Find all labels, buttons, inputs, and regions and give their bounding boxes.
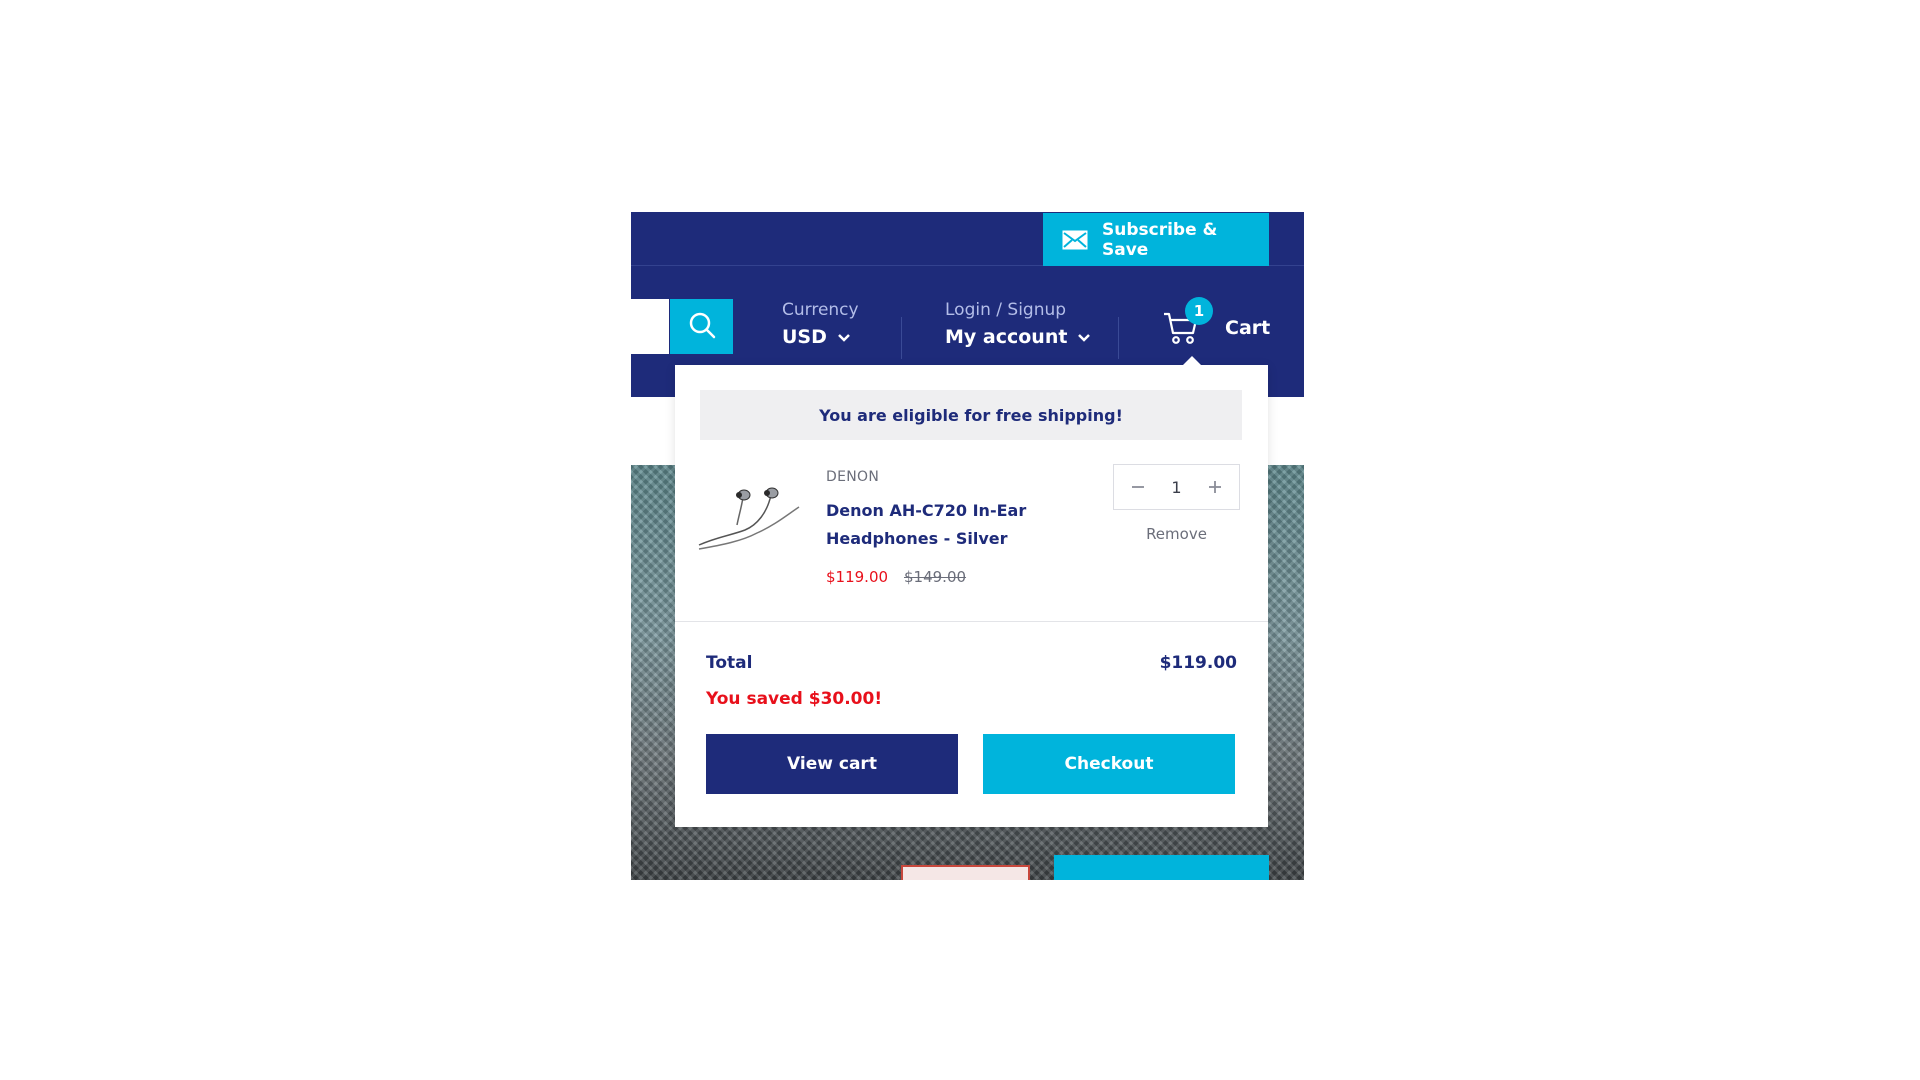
subscribe-label: Subscribe & Save (1102, 219, 1218, 260)
checkout-button[interactable]: Checkout (983, 734, 1235, 794)
remove-item-link[interactable]: Remove (1113, 525, 1240, 543)
quantity-value[interactable]: 1 (1171, 478, 1181, 497)
total-label: Total (706, 653, 753, 673)
chevron-down-icon (837, 326, 851, 348)
search-icon (688, 311, 716, 343)
free-shipping-banner: You are eligible for free shipping! (700, 390, 1242, 440)
cart-icon (1163, 312, 1199, 349)
view-cart-button[interactable]: View cart (706, 734, 958, 794)
currency-label: Currency (782, 300, 859, 320)
product-title-link[interactable]: Denon AH-C720 In-Ear Headphones - Silver (826, 497, 1056, 553)
minus-icon[interactable] (1124, 473, 1152, 501)
currency-selector[interactable]: Currency USD (782, 300, 859, 348)
cart-dropdown: You are eligible for free shipping! DENO… (675, 356, 1268, 827)
plus-icon[interactable] (1201, 473, 1229, 501)
header-divider (901, 317, 902, 359)
envelope-icon (1062, 230, 1088, 250)
chevron-down-icon (1077, 326, 1091, 348)
dropdown-divider (675, 621, 1268, 622)
total-value: $119.00 (1159, 653, 1237, 673)
subscribe-button[interactable]: Subscribe & Save (1043, 213, 1269, 266)
cart-button[interactable]: 1 Cart (1163, 297, 1271, 345)
savings-message: You saved $30.00! (706, 689, 883, 709)
compare-price: $149.00 (904, 568, 967, 586)
account-menu[interactable]: Login / Signup My account (945, 300, 1091, 348)
cart-label: Cart (1225, 317, 1271, 339)
product-image[interactable] (697, 475, 802, 555)
account-value: My account (945, 326, 1068, 348)
header-divider (1118, 317, 1119, 359)
account-label: Login / Signup (945, 300, 1067, 320)
hero-button[interactable] (1054, 855, 1269, 880)
sale-price: $119.00 (826, 568, 889, 586)
store-header-frame: Subscribe & Save Currency USD Login / Si… (631, 212, 1304, 880)
search-button[interactable] (670, 299, 733, 354)
search-input[interactable] (631, 299, 669, 354)
currency-value: USD (782, 326, 827, 348)
cart-count-badge: 1 (1185, 297, 1213, 325)
dropdown-caret (1183, 356, 1201, 365)
hero-product-tag (901, 865, 1030, 880)
product-vendor: DENON (826, 469, 880, 485)
quantity-stepper: 1 (1113, 464, 1240, 510)
